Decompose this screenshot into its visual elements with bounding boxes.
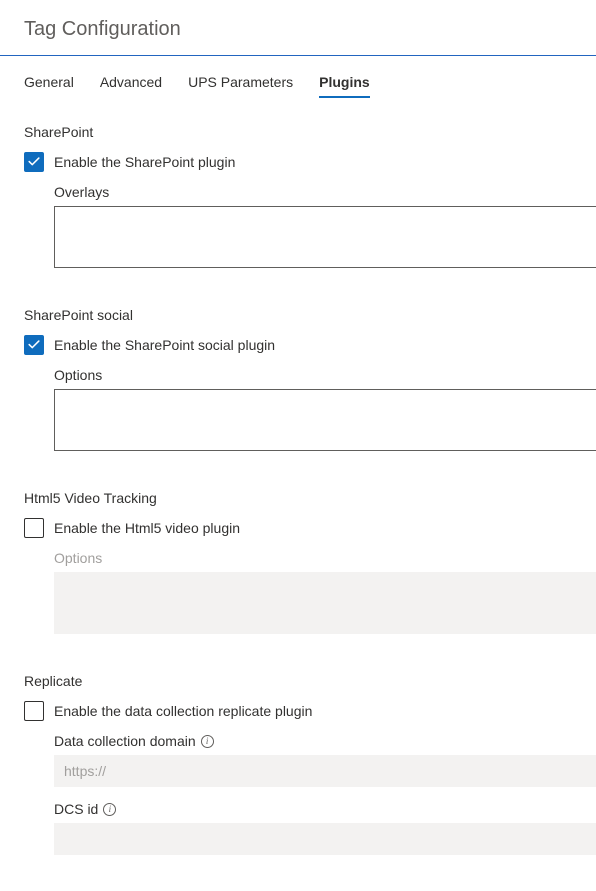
label-overlays: Overlays (54, 184, 596, 200)
checkbox-row-replicate: Enable the data collection replicate plu… (24, 701, 596, 721)
checkbox-enable-sharepoint[interactable] (24, 152, 44, 172)
label-data-collection-domain: Data collection domain i (54, 733, 596, 749)
tab-plugins[interactable]: Plugins (319, 74, 370, 98)
checkbox-row-sharepoint: Enable the SharePoint plugin (24, 152, 596, 172)
info-icon[interactable]: i (201, 735, 214, 748)
tabs-bar: General Advanced UPS Parameters Plugins (0, 56, 596, 98)
checkbox-enable-replicate[interactable] (24, 701, 44, 721)
section-sharepoint: SharePoint Enable the SharePoint plugin … (24, 124, 596, 271)
section-title-html5-video: Html5 Video Tracking (24, 490, 596, 506)
section-sharepoint-social: SharePoint social Enable the SharePoint … (24, 307, 596, 454)
checkbox-label-sharepoint-social: Enable the SharePoint social plugin (54, 337, 275, 353)
label-dcs-id: DCS id i (54, 801, 596, 817)
checkbox-enable-html5-video[interactable] (24, 518, 44, 538)
label-text-domain: Data collection domain (54, 733, 196, 749)
input-overlays[interactable] (54, 206, 596, 268)
page-title: Tag Configuration (0, 0, 596, 55)
section-html5-video: Html5 Video Tracking Enable the Html5 vi… (24, 490, 596, 637)
tab-general[interactable]: General (24, 74, 74, 98)
checkbox-label-sharepoint: Enable the SharePoint plugin (54, 154, 235, 170)
checkbox-row-html5-video: Enable the Html5 video plugin (24, 518, 596, 538)
checkmark-icon (27, 338, 41, 352)
input-options-social[interactable] (54, 389, 596, 451)
checkmark-icon (27, 155, 41, 169)
label-options-social: Options (54, 367, 596, 383)
info-icon[interactable]: i (103, 803, 116, 816)
section-title-sharepoint: SharePoint (24, 124, 596, 140)
section-title-replicate: Replicate (24, 673, 596, 689)
input-data-collection-domain (54, 755, 596, 787)
tab-ups-parameters[interactable]: UPS Parameters (188, 74, 293, 98)
checkbox-label-replicate: Enable the data collection replicate plu… (54, 703, 312, 719)
label-text-dcsid: DCS id (54, 801, 98, 817)
label-options-video: Options (54, 550, 596, 566)
tab-advanced[interactable]: Advanced (100, 74, 162, 98)
section-title-sharepoint-social: SharePoint social (24, 307, 596, 323)
checkbox-enable-sharepoint-social[interactable] (24, 335, 44, 355)
input-dcs-id (54, 823, 596, 855)
checkbox-row-sharepoint-social: Enable the SharePoint social plugin (24, 335, 596, 355)
checkbox-label-html5-video: Enable the Html5 video plugin (54, 520, 240, 536)
content-area: SharePoint Enable the SharePoint plugin … (0, 98, 596, 855)
section-replicate: Replicate Enable the data collection rep… (24, 673, 596, 855)
input-options-video (54, 572, 596, 634)
